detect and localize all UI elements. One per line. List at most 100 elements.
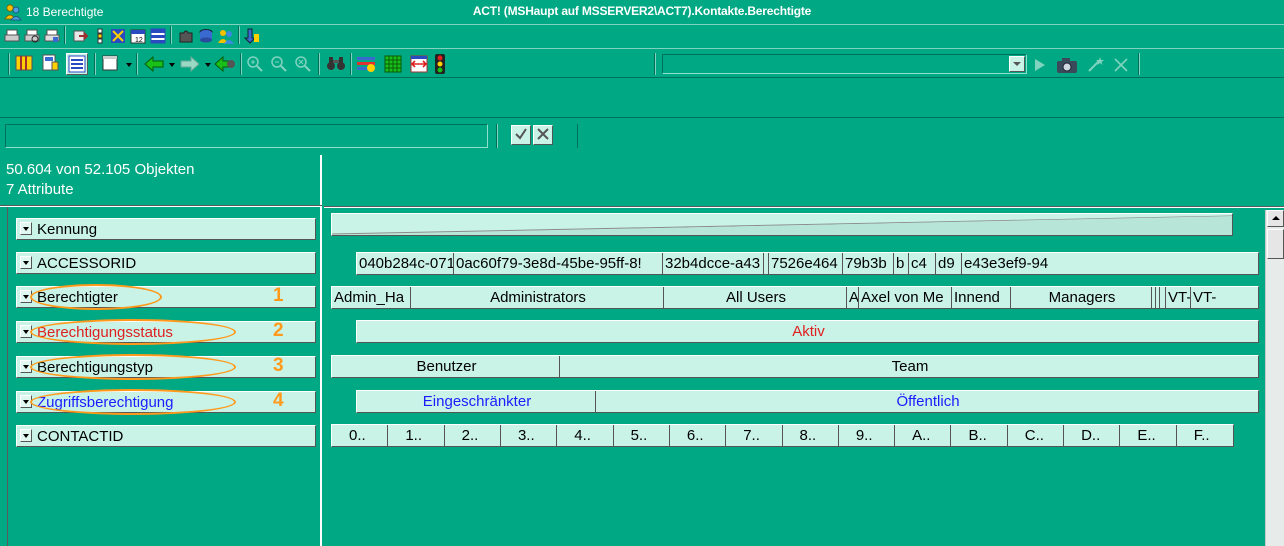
bar-segment[interactable]: A (847, 287, 859, 308)
query-combo[interactable] (662, 54, 1027, 74)
columns-view-button[interactable] (14, 53, 36, 75)
page-setup-icon[interactable] (44, 28, 60, 44)
bar-segment[interactable]: 7.. (726, 425, 783, 446)
bar-segment[interactable]: Innend (952, 287, 1011, 308)
segment-label: D.. (1081, 427, 1101, 444)
kennung-distribution-bar[interactable] (331, 213, 1233, 236)
list-view-button[interactable] (66, 53, 88, 75)
combo-dropdown-button[interactable] (1009, 56, 1025, 72)
bar-segment[interactable]: Eingeschränkter (357, 391, 596, 412)
bar-segment[interactable]: 32b4dcce-a43 (663, 253, 764, 274)
bar-segment[interactable]: C.. (1008, 425, 1065, 446)
zoom-out-icon[interactable] (270, 55, 288, 73)
bar-segment[interactable]: Administrators (411, 287, 664, 308)
forward-arrow-icon[interactable] (180, 55, 200, 73)
bar-segment[interactable]: 2.. (445, 425, 501, 446)
segment-label: 0ac60f79-3e8d-45be-95ff-8! (456, 255, 642, 272)
bar-segment[interactable]: Axel von Me (859, 287, 952, 308)
bar-segment[interactable]: 8.. (783, 425, 839, 446)
bar-segment[interactable]: All Users (664, 287, 847, 308)
chevron-down-icon[interactable] (125, 61, 133, 69)
layout-button[interactable] (100, 53, 122, 75)
bar-segment[interactable]: Öffentlich (596, 391, 1258, 412)
traffic-light-icon[interactable] (434, 53, 446, 75)
bar-segment[interactable]: 040b284c-0718-4d2! (357, 253, 454, 274)
camera-icon[interactable] (1056, 56, 1078, 74)
dropdown-arrow-icon[interactable] (20, 429, 32, 442)
dropdown-arrow-icon[interactable] (20, 222, 32, 235)
users-icon[interactable] (218, 28, 234, 44)
bar-segment[interactable]: 5.. (614, 425, 670, 446)
formula-input[interactable] (5, 124, 488, 148)
bar-segment[interactable]: e43e3ef9-94 (962, 253, 1258, 274)
calendar-icon[interactable]: 12 (130, 28, 146, 44)
filter-list-icon[interactable] (356, 55, 376, 73)
title-bar: 18 Berechtigte ACT! (MSHaupt auf MSSERVE… (0, 0, 1284, 24)
segment-label: 9.. (855, 427, 873, 444)
formula-value-field[interactable] (577, 124, 1280, 148)
zoom-in-icon[interactable] (246, 55, 264, 73)
segment-label: VT- (1193, 289, 1216, 306)
run-query-icon[interactable] (1033, 58, 1047, 72)
scroll-up-button[interactable] (1267, 210, 1284, 227)
bar-segment[interactable]: 6.. (670, 425, 727, 446)
database-icon[interactable] (198, 28, 214, 44)
bar-segment[interactable]: VT- (1166, 287, 1191, 308)
bar-segment[interactable]: 4.. (557, 425, 614, 446)
binoculars-icon[interactable] (326, 55, 346, 73)
export-icon[interactable] (72, 28, 88, 44)
bar-segment[interactable]: A.. (895, 425, 952, 446)
attribute-accessorid[interactable]: ACCESSORID (16, 252, 316, 274)
print-preview-icon[interactable] (24, 28, 40, 44)
magic-wand-icon[interactable] (1086, 56, 1104, 74)
bar-segment[interactable]: Aktiv (357, 321, 1258, 342)
bar-segment[interactable]: 0.. (332, 425, 389, 446)
attribute-kennung[interactable]: Kennung (16, 218, 316, 240)
bar-segment[interactable]: 7526e464 (769, 253, 843, 274)
chevron-down-icon[interactable] (204, 61, 212, 69)
home-arrow-icon[interactable] (214, 54, 236, 74)
zoom-reset-icon[interactable] (294, 55, 312, 73)
list-icon[interactable] (150, 28, 166, 44)
attribute-contactid[interactable]: CONTACTID (16, 425, 316, 447)
matrix-icon[interactable] (110, 28, 126, 44)
typ-distribution-bar[interactable]: Benutzer Team (331, 355, 1259, 378)
contactid-distribution-bar[interactable]: 0.. 1.. 2.. 3.. 4.. 5.. 6.. 7.. 8.. 9.. A.. B.. C.. D… (331, 424, 1234, 447)
berechtigter-distribution-bar[interactable]: Admin_Ha Administrators All Users A Axel… (331, 286, 1259, 309)
bar-segment[interactable]: 1.. (388, 425, 445, 446)
chevron-down-icon[interactable] (168, 61, 176, 69)
bar-segment[interactable]: 9.. (839, 425, 896, 446)
bar-segment[interactable]: D.. (1064, 425, 1121, 446)
dropdown-arrow-icon[interactable] (20, 256, 32, 269)
confirm-button[interactable] (511, 125, 531, 145)
fit-width-icon[interactable] (410, 55, 428, 73)
close-icon[interactable] (1112, 56, 1130, 74)
zugriff-distribution-bar[interactable]: Eingeschränkter Öffentlich (356, 390, 1259, 413)
bar-segment[interactable]: Admin_Ha (332, 287, 411, 308)
bar-segment[interactable]: Managers (1011, 287, 1152, 308)
bar-segment[interactable]: 0ac60f79-3e8d-45be-95ff-8! (454, 253, 663, 274)
grid-icon[interactable] (384, 55, 402, 73)
bar-segment[interactable]: Benutzer (332, 356, 560, 377)
back-arrow-icon[interactable] (144, 55, 164, 73)
bar-segment[interactable]: VT- (1191, 287, 1216, 308)
bar-segment[interactable]: 3.. (501, 425, 558, 446)
bar-segment[interactable]: d9 (936, 253, 962, 274)
accessorid-distribution-bar[interactable]: 040b284c-0718-4d2! 0ac60f79-3e8d-45be-95… (356, 252, 1259, 275)
bar-segment[interactable]: E.. (1120, 425, 1177, 446)
bar-segment[interactable]: B.. (951, 425, 1008, 446)
form-view-button[interactable] (40, 53, 62, 75)
import-icon[interactable] (244, 28, 260, 44)
sort-icon[interactable] (92, 28, 108, 44)
cancel-button[interactable] (533, 125, 553, 145)
status-distribution-bar[interactable]: Aktiv (356, 320, 1259, 343)
bar-segment[interactable]: c4 (909, 253, 936, 274)
bar-segment[interactable]: b (894, 253, 909, 274)
puzzle-icon[interactable] (178, 28, 194, 44)
bar-segment[interactable]: 79b3b (843, 253, 894, 274)
bar-segment[interactable]: Team (560, 356, 1258, 377)
vertical-scrollbar[interactable] (1265, 210, 1284, 546)
bar-segment[interactable]: F.. (1177, 425, 1233, 446)
print-icon[interactable] (4, 28, 20, 44)
scroll-thumb[interactable] (1267, 229, 1284, 259)
